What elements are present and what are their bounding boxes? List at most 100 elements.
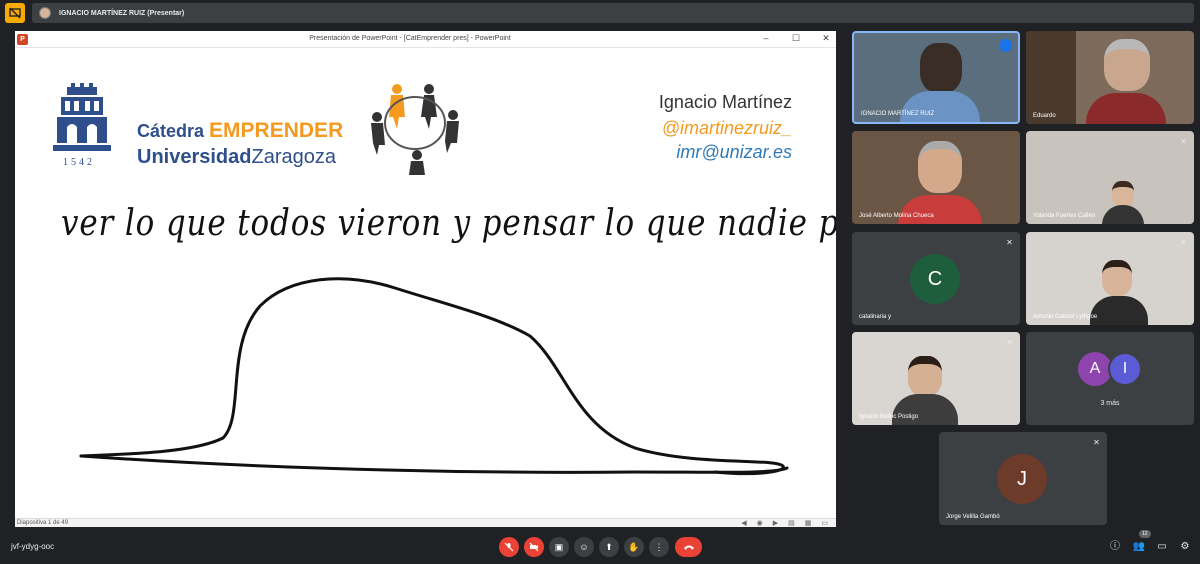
participant-tile[interactable]: IGNACIO MARTÍNEZ RUIZ: [852, 31, 1020, 124]
camera-toggle-button[interactable]: [524, 537, 544, 557]
participant-name: IGNACIO MARTÍNEZ RUIZ: [861, 111, 935, 117]
participant-name: Ignacio Belloc Postigo: [859, 414, 919, 420]
presenter-avatar: [39, 7, 51, 19]
presenter-bar: IGNACIO MARTÍNEZ RUIZ (Presentar): [0, 0, 1200, 26]
participant-tile[interactable]: ✕ Antonio Gabriel Lythgoe: [1026, 232, 1194, 325]
raise-hand-button[interactable]: ✋: [624, 537, 644, 557]
participant-tile[interactable]: José Alberto Molina Chueca: [852, 131, 1020, 224]
more-vert-icon: ⋮: [654, 541, 664, 552]
participant-shirt: [892, 394, 958, 425]
present-toggle-button[interactable]: [5, 3, 25, 23]
presenter-label: IGNACIO MARTÍNEZ RUIZ (Presentar): [59, 9, 185, 17]
participant-video: [1104, 39, 1150, 91]
participant-count-badge: 12: [1139, 530, 1151, 538]
participant-video: [1112, 181, 1134, 207]
ppt-statusbar: Diapositiva 1 de 49 ◀ ◉ ▶ ▤ ▦ ▭: [15, 518, 836, 527]
participant-name: Yolanda Fuertes Callén: [1033, 213, 1096, 219]
author-email: imr@unizar.es: [676, 142, 792, 162]
prev-slide-icon[interactable]: ◀: [741, 519, 746, 527]
participant-shirt: [1090, 296, 1148, 325]
participant-avatar: C: [910, 254, 960, 304]
participant-name: Antonio Gabriel Lythgoe: [1033, 314, 1098, 320]
university-crest-icon: [53, 83, 111, 151]
participant-tile[interactable]: Eduardo: [1026, 31, 1194, 124]
mic-off-icon: ✕: [1093, 438, 1100, 447]
catedra-emprender: EMPRENDER: [209, 119, 344, 142]
participant-avatar: I: [1108, 352, 1142, 386]
participant-avatar: J: [997, 454, 1047, 504]
participant-name: catalinaria y: [859, 314, 892, 320]
participant-name: José Alberto Molina Chueca: [859, 213, 934, 219]
participant-video: [1102, 260, 1132, 296]
participant-video: [908, 356, 942, 396]
hat-drawing-icon: [79, 277, 789, 476]
ppt-titlebar: P Presentación de PowerPoint - [CatEmpre…: [15, 31, 836, 48]
participant-shirt: [1086, 93, 1166, 124]
participant-video: [918, 141, 962, 193]
slide: 1542 Cátedra EMPRENDER UniversidadZarago…: [15, 48, 836, 518]
present-button[interactable]: ⬆: [599, 537, 619, 557]
mic-off-icon: ✕: [1180, 238, 1187, 247]
participant-tile[interactable]: J ✕ Jorge Velilla Gambó: [939, 432, 1107, 525]
participant-name: Eduardo: [1033, 113, 1056, 119]
univ-bold: Universidad: [137, 146, 252, 168]
participant-tile[interactable]: ✕ Yolanda Fuertes Callén: [1026, 131, 1194, 224]
more-options-button[interactable]: ⋮: [649, 537, 669, 557]
meet-window: IGNACIO MARTÍNEZ RUIZ (Presentar) P Pres…: [0, 0, 1200, 564]
view-reading-icon[interactable]: ▭: [821, 519, 828, 527]
participant-shirt: [1102, 205, 1144, 224]
speaking-indicator-icon: [999, 39, 1012, 52]
bookshelf-background: [1026, 31, 1076, 124]
participant-video: [920, 43, 962, 93]
mic-off-icon: ✕: [1006, 338, 1013, 347]
univ-rest: Zaragoza: [251, 146, 336, 168]
next-slide-icon[interactable]: ▶: [773, 519, 778, 527]
view-sorter-icon[interactable]: ▦: [805, 519, 812, 527]
meeting-controls-bar: jvf-ydyg-ooc ▣ ☺ ⬆ ✋ ⋮ ⓘ 👥 12 ▭ ⚙: [0, 530, 1200, 564]
participant-avatar: A: [1078, 352, 1112, 386]
more-participants-label: 3 más: [1100, 400, 1120, 407]
chat-icon[interactable]: ▭: [1155, 540, 1169, 554]
present-off-icon: [9, 7, 21, 19]
raise-hand-icon: ✋: [628, 541, 640, 552]
leave-call-button[interactable]: [675, 537, 702, 557]
present-icon: ⬆: [605, 541, 613, 552]
captions-button[interactable]: ▣: [549, 537, 569, 557]
people-circle-icon: [371, 84, 459, 175]
shared-screen-powerpoint: P Presentación de PowerPoint - [CatEmpre…: [15, 31, 836, 527]
participant-name: Jorge Velilla Gambó: [946, 514, 1000, 520]
crest-year: 1542: [63, 157, 95, 168]
participant-shirt: [900, 91, 980, 122]
minimize-icon[interactable]: –: [759, 33, 773, 43]
activities-icon[interactable]: ⚙: [1178, 540, 1192, 554]
participant-shirt: [898, 195, 982, 224]
ppt-status-icons: ◀ ◉ ▶ ▤ ▦ ▭: [741, 519, 828, 527]
meeting-code: jvf-ydyg-ooc: [11, 542, 55, 551]
people-icon[interactable]: 👥: [1132, 540, 1146, 554]
author-handle: @imartinezruiz_: [661, 118, 792, 138]
mic-off-icon: ✕: [1180, 137, 1187, 146]
info-icon[interactable]: ⓘ: [1108, 540, 1122, 554]
presenter-chip[interactable]: IGNACIO MARTÍNEZ RUIZ (Presentar): [32, 3, 1194, 23]
maximize-icon[interactable]: ☐: [789, 33, 803, 44]
university-name: UniversidadZaragoza: [137, 146, 336, 169]
participant-tile[interactable]: ✕ Ignacio Belloc Postigo: [852, 332, 1020, 425]
catedra-prefix: Cátedra: [137, 121, 205, 141]
catedra-title: Cátedra EMPRENDER: [137, 119, 343, 143]
more-participants-tile[interactable]: A I 3 más: [1026, 332, 1194, 425]
slide-quote: ver lo que todos vieron y pensar lo que …: [61, 203, 836, 244]
ppt-window-title: Presentación de PowerPoint - [CatEmprend…: [309, 35, 511, 42]
emoji-button[interactable]: ☺: [574, 537, 594, 557]
view-normal-icon[interactable]: ▤: [788, 519, 795, 527]
menu-icon[interactable]: ◉: [757, 519, 763, 527]
mic-off-icon: [504, 542, 514, 552]
call-end-icon: [683, 545, 694, 550]
emoji-icon: ☺: [579, 542, 589, 552]
captions-icon: ▣: [554, 541, 564, 552]
close-icon[interactable]: ✕: [819, 33, 833, 44]
slide-counter: Diapositiva 1 de 49: [17, 520, 69, 526]
mic-toggle-button[interactable]: [499, 537, 519, 557]
mic-off-icon: ✕: [1006, 238, 1013, 247]
camera-off-icon: [529, 542, 539, 552]
participant-tile[interactable]: C ✕ catalinaria y: [852, 232, 1020, 325]
